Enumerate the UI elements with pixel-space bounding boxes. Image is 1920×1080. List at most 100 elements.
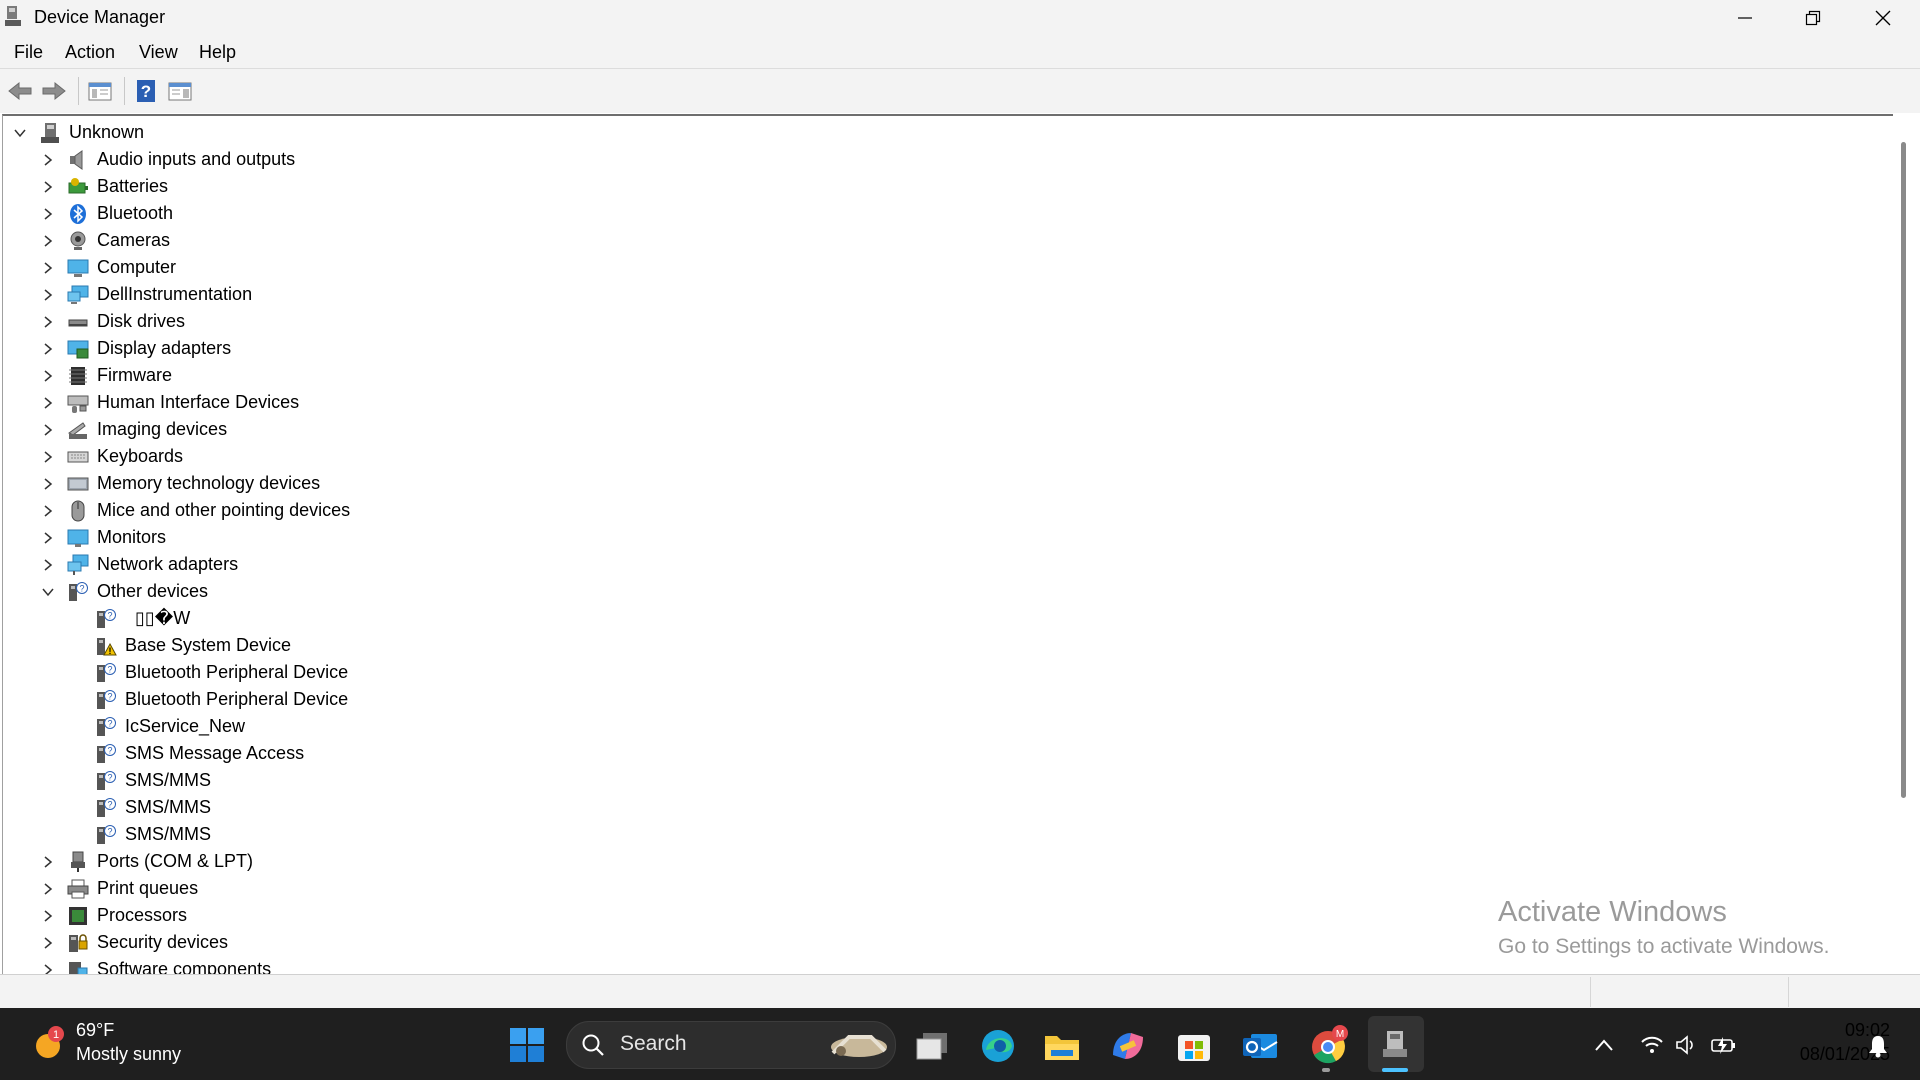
weather-temperature: 69°F [76, 1020, 115, 1040]
notifications-button[interactable] [1864, 1032, 1892, 1060]
restore-button[interactable] [1778, 0, 1848, 36]
display-adapter-icon [67, 338, 89, 360]
menu-help[interactable]: Help [199, 42, 236, 63]
tree-category[interactable]: Network adapters [39, 551, 238, 578]
scrollbar-thumb[interactable] [1901, 142, 1906, 798]
chevron-right-icon[interactable] [39, 475, 57, 493]
tree-category[interactable]: Disk drives [39, 308, 185, 335]
tree-category[interactable]: Display adapters [39, 335, 231, 362]
tree-category[interactable]: Mice and other pointing devices [39, 497, 350, 524]
close-button[interactable] [1848, 0, 1918, 36]
device-item[interactable]: ? SMS/MMS [67, 821, 211, 848]
computer-root-icon [39, 122, 61, 144]
device-item[interactable]: ? Bluetooth Peripheral Device [67, 686, 348, 713]
chevron-right-icon[interactable] [39, 529, 57, 547]
chevron-right-icon[interactable] [39, 259, 57, 277]
file-explorer-button[interactable] [1040, 1024, 1084, 1068]
menu-action[interactable]: Action [65, 42, 115, 63]
battery-status-button[interactable] [1704, 1030, 1744, 1060]
tree-category[interactable]: Audio inputs and outputs [39, 146, 295, 173]
show-hidden-icons-button[interactable] [1590, 1032, 1618, 1058]
tree-category[interactable]: Batteries [39, 173, 168, 200]
chevron-right-icon[interactable] [39, 448, 57, 466]
wifi-button[interactable] [1636, 1030, 1668, 1060]
device-item[interactable]: ? Bluetooth Peripheral Device [67, 659, 348, 686]
chevron-right-icon[interactable] [39, 934, 57, 952]
outlook-button[interactable] [1238, 1024, 1282, 1068]
device-item[interactable]: ! Base System Device [67, 632, 291, 659]
tree-category-label: Firmware [97, 365, 172, 385]
copilot-button[interactable] [1106, 1024, 1150, 1068]
bluetooth-icon [67, 203, 89, 225]
menu-view[interactable]: View [139, 42, 178, 63]
device-item[interactable]: ? ▯▯�W [67, 605, 190, 632]
menu-file[interactable]: File [14, 42, 43, 63]
chevron-right-icon[interactable] [39, 961, 57, 974]
tree-category[interactable]: Print queues [39, 875, 198, 902]
keyboard-icon [67, 446, 89, 468]
start-button[interactable] [506, 1024, 548, 1066]
svg-text:?: ? [107, 772, 112, 782]
chevron-right-icon[interactable] [39, 502, 57, 520]
tree-category[interactable]: Keyboards [39, 443, 183, 470]
chevron-right-icon[interactable] [39, 286, 57, 304]
back-button[interactable] [6, 78, 34, 104]
chevron-right-icon[interactable] [39, 853, 57, 871]
device-item-label: Bluetooth Peripheral Device [125, 662, 349, 682]
edge-browser-button[interactable] [976, 1024, 1020, 1068]
task-view-button[interactable] [910, 1024, 954, 1068]
tree-root[interactable]: Unknown [11, 119, 144, 146]
unknown-device-icon: ? [95, 608, 117, 630]
svg-text:?: ? [141, 82, 151, 101]
tree-category[interactable]: Cameras [39, 227, 170, 254]
chevron-down-icon[interactable] [39, 583, 57, 601]
device-item-label: SMS Message Access [125, 743, 305, 763]
show-action-pane-button[interactable] [166, 78, 194, 104]
chevron-right-icon[interactable] [39, 556, 57, 574]
volume-button[interactable] [1670, 1030, 1702, 1060]
chevron-right-icon[interactable] [39, 421, 57, 439]
chevron-right-icon[interactable] [39, 907, 57, 925]
weather-widget[interactable]: 1 [28, 1024, 68, 1064]
status-bar [0, 974, 1920, 1009]
tree-category[interactable]: Memory technology devices [39, 470, 320, 497]
tree-category[interactable]: Ports (COM & LPT) [39, 848, 253, 875]
chevron-right-icon[interactable] [39, 313, 57, 331]
svg-text:?: ? [107, 799, 112, 809]
tree-category[interactable]: Processors [39, 902, 187, 929]
tree-category-other-devices[interactable]: ? Other devices [39, 578, 208, 605]
weather-description: Mostly sunny [76, 1044, 182, 1064]
show-hide-console-tree-button[interactable] [86, 78, 114, 104]
minimize-button[interactable] [1710, 0, 1780, 36]
microsoft-store-button[interactable] [1172, 1024, 1216, 1068]
chevron-right-icon[interactable] [39, 394, 57, 412]
chevron-right-icon[interactable] [39, 880, 57, 898]
tree-category[interactable]: Bluetooth [39, 200, 173, 227]
chevron-right-icon[interactable] [39, 205, 57, 223]
tree-category[interactable]: Software components [39, 956, 271, 974]
device-item[interactable]: ? SMS Message Access [67, 740, 304, 767]
chevron-down-icon[interactable] [11, 124, 29, 142]
speaker-volume-icon [1676, 1035, 1693, 1055]
chrome-button[interactable]: M [1304, 1022, 1352, 1068]
forward-button[interactable] [40, 78, 68, 104]
tree-category-label: Software components [97, 959, 272, 974]
unknown-device-icon: ? [95, 824, 117, 846]
device-manager-taskbar-button[interactable] [1368, 1016, 1424, 1072]
tree-category[interactable]: Human Interface Devices [39, 389, 299, 416]
tree-category[interactable]: DellInstrumentation [39, 281, 252, 308]
tree-category[interactable]: Monitors [39, 524, 166, 551]
chevron-right-icon[interactable] [39, 367, 57, 385]
chevron-right-icon[interactable] [39, 178, 57, 196]
chevron-right-icon[interactable] [39, 151, 57, 169]
chevron-right-icon[interactable] [39, 232, 57, 250]
help-button[interactable]: ? [132, 78, 160, 104]
tree-category[interactable]: Computer [39, 254, 176, 281]
device-item[interactable]: ? IcService_New [67, 713, 245, 740]
chevron-right-icon[interactable] [39, 340, 57, 358]
tree-category[interactable]: Security devices [39, 929, 228, 956]
tree-category[interactable]: Imaging devices [39, 416, 227, 443]
device-item[interactable]: ? SMS/MMS [67, 794, 211, 821]
device-item[interactable]: ? SMS/MMS [67, 767, 211, 794]
tree-category[interactable]: Firmware [39, 362, 172, 389]
